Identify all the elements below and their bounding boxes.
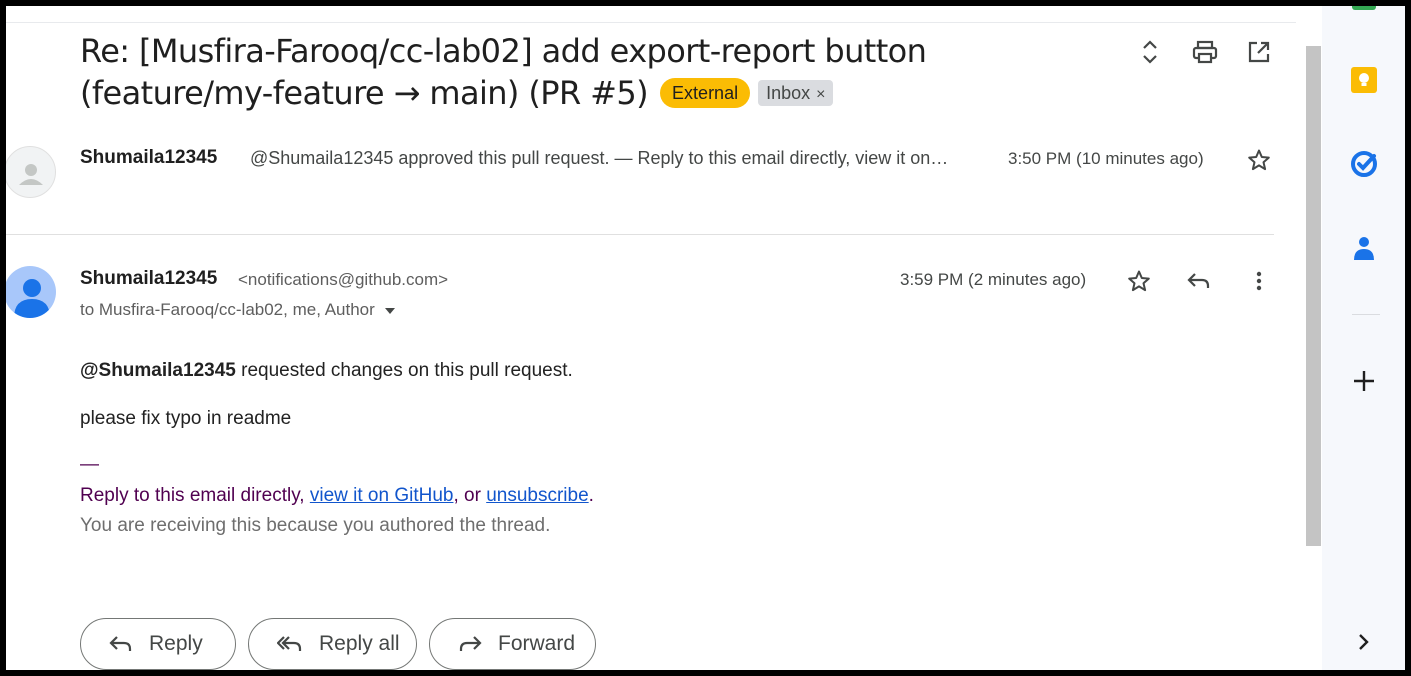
open-in-new-window-icon xyxy=(1248,41,1270,63)
tasks-icon xyxy=(1351,151,1377,177)
tasks-button[interactable] xyxy=(1346,146,1382,182)
reply-end: . xyxy=(588,485,594,506)
mention: @Shumaila12345 xyxy=(80,360,236,381)
body-line-1: @Shumaila12345 requested changes on this… xyxy=(80,360,573,382)
forward-icon xyxy=(459,636,482,651)
unsubscribe-link[interactable]: unsubscribe xyxy=(486,485,588,506)
side-panel xyxy=(1322,6,1405,670)
reply-button[interactable]: Reply xyxy=(80,618,236,670)
body-line-1-rest: requested changes on this pull request. xyxy=(235,360,573,381)
collapsed-snippet[interactable]: @Shumaila12345 approved this pull reques… xyxy=(250,148,948,169)
print-icon xyxy=(1192,40,1218,64)
reply-mid: , or xyxy=(453,485,487,506)
label-external[interactable]: External xyxy=(660,78,751,108)
keep-button[interactable] xyxy=(1346,62,1382,98)
print-all-button[interactable] xyxy=(1187,34,1223,70)
sender-email: <notifications@github.com> xyxy=(238,270,449,289)
open-time: 3:59 PM (2 minutes ago) xyxy=(900,270,1087,289)
message-pane: Re: [Musfira-Farooq/cc-lab02] add export… xyxy=(6,6,1302,670)
show-side-panel-button[interactable] xyxy=(1346,624,1382,660)
reply-all-button[interactable]: Reply all xyxy=(248,618,417,670)
star-button-open[interactable] xyxy=(1121,263,1157,299)
reply-icon xyxy=(1187,273,1210,288)
person-icon xyxy=(19,164,43,185)
person-icon xyxy=(14,279,50,318)
label-inbox-text: Inbox xyxy=(766,83,811,103)
collapsed-time: 3:50 PM (10 minutes ago) xyxy=(1008,149,1204,168)
label-inbox[interactable]: Inbox × xyxy=(758,80,834,106)
side-panel-divider xyxy=(1352,314,1380,315)
avatar-open[interactable] xyxy=(6,266,56,318)
star-button-collapsed[interactable] xyxy=(1241,142,1277,178)
scrollbar-thumb[interactable] xyxy=(1306,46,1321,546)
avatar-collapsed[interactable] xyxy=(6,146,56,198)
add-icon xyxy=(1354,371,1374,391)
expand-all-button[interactable] xyxy=(1132,34,1168,70)
reply-prefix: Reply to this email directly, xyxy=(80,485,310,506)
chevron-right-icon xyxy=(1359,634,1369,650)
chevron-down-icon[interactable] xyxy=(383,306,397,316)
remove-label-button[interactable]: × xyxy=(816,86,825,103)
toolbar-divider xyxy=(6,22,1296,23)
collapsed-sender-name[interactable]: Shumaila12345 xyxy=(80,147,217,169)
reply-button-header[interactable] xyxy=(1181,263,1217,299)
forward-button[interactable]: Forward xyxy=(429,618,596,670)
forward-button-label: Forward xyxy=(498,632,576,655)
more-vert-icon xyxy=(1256,271,1262,291)
contacts-button[interactable] xyxy=(1346,230,1382,266)
open-sender-name[interactable]: Shumaila12345 xyxy=(80,268,217,290)
view-on-github-link[interactable]: view it on GitHub xyxy=(310,485,454,506)
thread-subject: Re: [Musfira-Farooq/cc-lab02] add export… xyxy=(80,30,1120,114)
gmail-window: Re: [Musfira-Farooq/cc-lab02] add export… xyxy=(6,6,1405,670)
more-options-button[interactable] xyxy=(1241,263,1277,299)
get-addons-button[interactable] xyxy=(1346,363,1382,399)
body-line-2: please fix typo in readme xyxy=(80,408,292,429)
keep-icon xyxy=(1351,67,1377,93)
calendar-icon[interactable] xyxy=(1352,6,1376,10)
signature-reply-line: Reply to this email directly, view it on… xyxy=(80,485,594,507)
recipients-line[interactable]: to Musfira-Farooq/cc-lab02, me, Author xyxy=(80,300,397,320)
reply-icon xyxy=(109,636,132,651)
receiving-notice: You are receiving this because you autho… xyxy=(80,515,551,536)
star-icon xyxy=(1128,270,1150,292)
recipients-text: to Musfira-Farooq/cc-lab02, me, Author xyxy=(80,300,375,319)
reply-all-icon xyxy=(277,636,302,651)
reply-button-label: Reply xyxy=(149,632,203,655)
expand-collapse-icon xyxy=(1143,40,1157,64)
signature-dash: — xyxy=(80,454,99,475)
reply-all-button-label: Reply all xyxy=(319,632,400,655)
contacts-icon xyxy=(1354,237,1374,260)
star-icon xyxy=(1248,149,1270,171)
open-in-new-window-button[interactable] xyxy=(1241,34,1277,70)
message-divider xyxy=(6,234,1274,235)
